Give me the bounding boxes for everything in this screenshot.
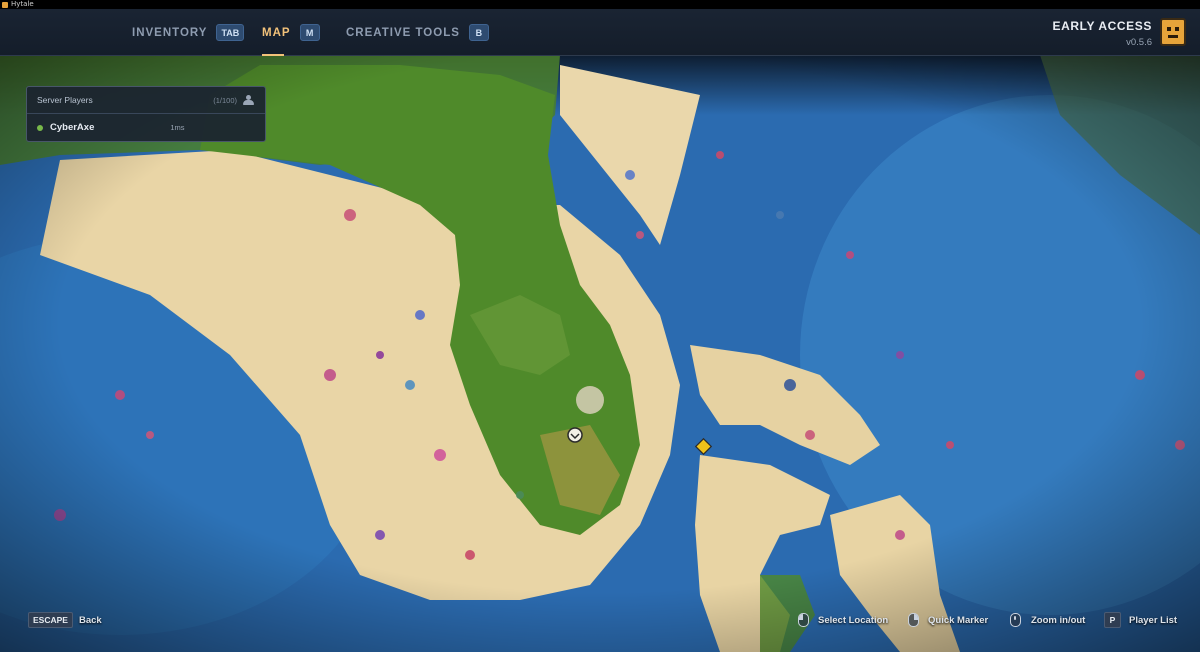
window-title: Hytale [11,0,34,8]
server-players-header: Server Players (1/100) [27,87,265,114]
player-list-label: Player List [1129,614,1178,626]
top-navigation-bar: INVENTORY TAB MAP M CREATIVE TOOLS B EAR… [0,9,1200,56]
mouse-left-icon [798,613,809,627]
tab-map-key: M [299,24,320,41]
tab-creative-tools-label: CREATIVE TOOLS [346,26,460,39]
tab-inventory-key: TAB [216,24,245,41]
tab-map-label: MAP [262,26,291,39]
version-label: v0.5.6 [1126,37,1152,48]
avatar[interactable] [1160,18,1186,46]
p-key: P [1104,612,1121,628]
back-label: Back [78,614,102,626]
tab-creative-tools[interactable]: CREATIVE TOOLS B [346,9,489,56]
app-icon [2,1,8,8]
select-location-control: Select Location [798,605,888,635]
early-access-title: EARLY ACCESS [1052,19,1152,33]
back-control[interactable]: ESCAPE Back [28,605,102,635]
zoom-control: Zoom in/out [1010,605,1085,635]
player-name: CyberAxe [50,122,95,133]
player-ping: 1ms [170,123,185,132]
player-count: (1/100) [213,95,237,105]
world-map-canvas[interactable] [0,55,1200,652]
online-status-icon [37,124,43,131]
player-list-control[interactable]: P Player List [1104,605,1177,635]
escape-key: ESCAPE [28,612,73,628]
tab-creative-tools-key: B [468,24,489,41]
controls-hint-bar: ESCAPE Back Select Location Quick Marker… [0,605,1200,635]
zoom-label: Zoom in/out [1031,614,1086,626]
active-tab-indicator [262,54,284,56]
players-icon [243,95,255,105]
tab-inventory[interactable]: INVENTORY TAB [132,9,245,56]
player-list-item[interactable]: CyberAxe 1ms [27,114,265,141]
tab-map[interactable]: MAP M [262,9,320,56]
tab-inventory-label: INVENTORY [132,26,208,39]
select-location-label: Select Location [818,614,889,626]
world-map[interactable] [0,55,1200,652]
server-players-panel: Server Players (1/100) CyberAxe 1ms [26,86,266,142]
server-players-title: Server Players [37,95,93,105]
mouse-wheel-icon [1010,613,1021,627]
window-title-bar: Hytale [0,0,1200,9]
quick-marker-control: Quick Marker [908,605,988,635]
quick-marker-label: Quick Marker [928,614,989,626]
early-access-badge: EARLY ACCESS v0.5.6 [1053,19,1152,48]
mouse-right-icon [908,613,919,627]
tab-list: INVENTORY TAB MAP M CREATIVE TOOLS B [0,9,1200,56]
